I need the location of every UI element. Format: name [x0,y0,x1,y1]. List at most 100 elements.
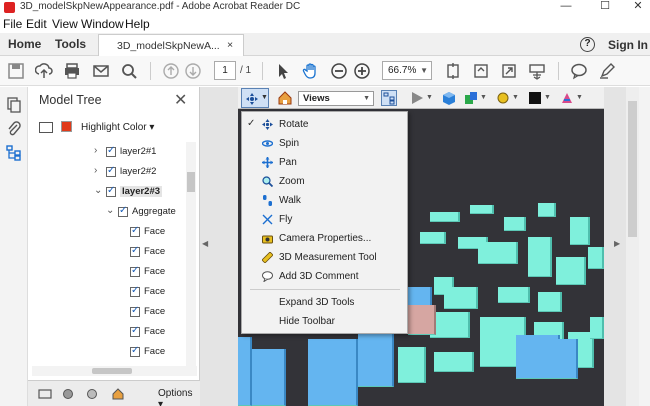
toolbar-separator [150,62,151,80]
menu-view[interactable]: View [52,17,78,31]
menu-item-spin[interactable]: Spin [242,134,409,153]
print-icon[interactable] [63,62,81,80]
menu-help[interactable]: Help [125,17,150,31]
default-view-home-icon[interactable] [278,91,292,105]
attachment-icon[interactable] [6,121,22,137]
minimize-button[interactable]: — [554,0,578,15]
highlight-pen-icon[interactable] [598,62,616,80]
node-checkbox[interactable] [130,225,140,237]
transparency-icon[interactable] [86,388,98,400]
menu-item-add-3d-comment[interactable]: Add 3D Comment [242,267,409,286]
zoom-out-icon[interactable] [330,62,348,80]
menu-file[interactable]: File [3,17,22,31]
scrollbar-thumb[interactable] [92,368,132,374]
home-view-icon[interactable] [112,388,124,400]
upload-icon[interactable] [35,62,53,80]
menu-item-walk[interactable]: Walk [242,191,409,210]
page-up-icon[interactable] [162,62,180,80]
node-checkbox[interactable] [106,185,116,197]
main-toolbar: 1 / 1 66.7% ▼ [0,56,650,86]
menu-item-rotate[interactable]: ✓ Rotate [242,115,409,134]
model-tree-icon[interactable] [6,145,22,161]
maximize-button[interactable]: ☐ [593,0,617,15]
views-list-icon[interactable] [38,388,52,400]
search-icon[interactable] [120,62,138,80]
chevron-down-icon[interactable]: ▼ [512,94,519,101]
node-checkbox[interactable] [130,245,140,257]
close-window-button[interactable]: ✕ [626,0,650,15]
highlight-color-dropdown[interactable]: Highlight Color ▾ [81,122,154,133]
right-rail [639,87,650,406]
comment-icon[interactable] [570,62,588,80]
email-icon[interactable] [92,62,110,80]
collapse-panel-handle[interactable]: ◀ [200,87,212,406]
full-screen-icon[interactable] [500,62,518,80]
node-checkbox[interactable] [106,145,116,157]
acrobat-window: 3D_modelSkpNewAppearance.pdf - Adobe Acr… [0,0,650,406]
zoom-level-select[interactable]: 66.7% ▼ [382,61,432,80]
scrollbar-thumb[interactable] [187,172,195,192]
chevron-down-icon[interactable]: ⌄ [94,185,104,196]
isolate-icon[interactable] [62,388,74,400]
page-number-input[interactable]: 1 [214,61,236,80]
cursor-icon[interactable] [274,62,292,80]
chevron-down-icon[interactable]: ⌄ [106,205,116,216]
options-dropdown[interactable]: Options ▾ [158,388,200,406]
lighting-icon[interactable] [496,91,510,105]
scrollbar-thumb[interactable] [628,101,637,237]
close-icon[interactable]: ✕ [174,90,187,110]
menu-item-camera-properties[interactable]: Camera Properties... [242,229,409,248]
3d-tool-selector-button[interactable]: ▼ [241,88,269,108]
expand-right-pane-handle[interactable]: ▶ [610,87,626,406]
tab-tools[interactable]: Tools [47,33,94,56]
menu-item-fly[interactable]: Fly [242,210,409,229]
read-mode-icon[interactable] [528,62,546,80]
menu-item-expand-3d-tools[interactable]: Expand 3D Tools [242,293,409,312]
sign-in-button[interactable]: Sign In [608,38,648,52]
chevron-down-icon[interactable]: ▼ [480,94,487,101]
zoom-in-icon[interactable] [353,62,371,80]
list-options-icon[interactable] [39,122,53,133]
model-tree-toggle-icon[interactable] [381,90,397,106]
fit-page-icon[interactable] [444,62,462,80]
menu-item-hide-toolbar[interactable]: Hide Toolbar [242,312,409,331]
views-dropdown[interactable]: Views ▼ [298,91,374,106]
play-animation-icon[interactable] [410,91,424,105]
tab-home[interactable]: Home [0,33,49,56]
menu-item-pan[interactable]: Pan [242,153,409,172]
checkmark-icon: ✓ [247,118,256,129]
save-icon[interactable] [7,62,25,80]
help-icon[interactable]: ? [580,37,595,52]
render-mode-icon[interactable] [464,91,478,105]
menu-edit[interactable]: Edit [26,17,47,31]
node-checkbox[interactable] [130,345,140,357]
chevron-right-icon[interactable]: › [94,165,104,176]
node-checkbox[interactable] [118,205,128,217]
node-checkbox[interactable] [130,265,140,277]
page-down-icon[interactable] [184,62,202,80]
close-tab-icon[interactable]: × [227,39,233,51]
tab-document[interactable]: 3D_modelSkpNewA... × [98,34,244,56]
menu-item-3d-measurement-tool[interactable]: 3D Measurement Tool [242,248,409,267]
node-checkbox[interactable] [130,325,140,337]
document-vertical-scrollbar[interactable] [626,87,639,406]
chevron-down-icon[interactable]: ▼ [426,94,433,101]
node-checkbox[interactable] [106,165,116,177]
tree-horizontal-scrollbar[interactable] [32,366,197,376]
chevron-down-icon[interactable]: ▼ [576,94,583,101]
ortho-projection-icon[interactable] [442,91,456,105]
node-checkbox[interactable] [130,285,140,297]
cross-section-icon[interactable] [560,91,574,105]
chevron-down-icon[interactable]: ▼ [544,94,551,101]
highlight-color-swatch[interactable] [61,121,72,132]
menu-item-zoom[interactable]: Zoom [242,172,409,191]
menu-window[interactable]: Window [81,17,124,31]
tree-vertical-scrollbar[interactable] [186,142,196,367]
node-checkbox[interactable] [130,305,140,317]
scroll-mode-icon[interactable] [472,62,490,80]
hand-icon[interactable] [302,62,320,80]
chevron-right-icon[interactable]: › [94,145,104,156]
background-color-icon[interactable] [528,91,542,105]
pages-icon[interactable] [6,97,22,113]
chevron-down-icon: ▼ [261,94,268,101]
